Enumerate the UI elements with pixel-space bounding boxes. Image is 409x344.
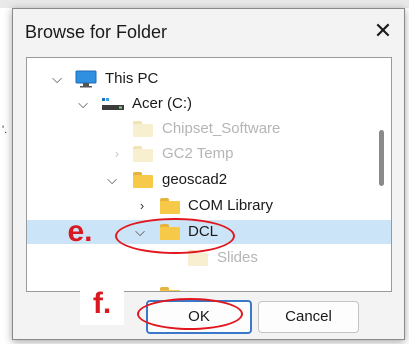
folder-tree[interactable]: ⌵ This PC ⌵ Acer (C:) Chipset_Software ›… <box>26 57 392 292</box>
annotation-step-e: e. <box>67 215 93 248</box>
close-button[interactable]: ✕ <box>369 17 397 45</box>
tree-item-label: geoscad2 <box>162 171 228 188</box>
folder-icon <box>133 146 153 162</box>
tree-item-label: COM Library <box>188 197 274 214</box>
tree-item-label: GC2 Temp <box>162 145 234 162</box>
annotation-step-f: f. <box>80 287 124 325</box>
chevron-right-icon[interactable]: › <box>135 194 149 218</box>
tree-item-label: Acer (C:) <box>132 95 192 112</box>
chevron-right-icon[interactable]: › <box>110 142 124 166</box>
dialog-title: Browse for Folder <box>25 22 168 42</box>
chevron-down-icon[interactable]: ⌵ <box>105 168 119 192</box>
chevron-down-icon[interactable]: ⌵ <box>76 92 90 116</box>
tree-item-label: Slides <box>217 249 258 266</box>
tree-item-gc2-temp[interactable]: › GC2 Temp <box>27 142 391 166</box>
folder-icon <box>133 172 153 188</box>
cancel-button[interactable]: Cancel <box>258 301 359 333</box>
stray-text: '. <box>2 124 8 136</box>
computer-icon <box>75 70 97 88</box>
tree-item-geoscad2[interactable]: ⌵ geoscad2 <box>27 168 391 192</box>
tree-item-chipset-software[interactable]: Chipset_Software <box>27 117 391 141</box>
background-strip <box>0 0 409 8</box>
tree-item-label: This PC <box>105 70 159 87</box>
background-left <box>0 8 12 344</box>
folder-icon <box>160 198 180 214</box>
annotation-oval-ok <box>137 298 243 330</box>
folder-icon <box>160 287 180 291</box>
annotation-oval-dcl <box>115 218 235 254</box>
drive-icon <box>102 98 124 110</box>
tree-item-label: Chipset_Software <box>162 120 281 137</box>
tree-item-acer-c[interactable]: ⌵ Acer (C:) <box>27 92 391 116</box>
chevron-down-icon[interactable]: ⌵ <box>50 67 64 91</box>
folder-icon <box>133 121 153 137</box>
scrollbar-thumb[interactable] <box>379 130 384 186</box>
browse-folder-dialog: Browse for Folder ✕ ⌵ This PC ⌵ Acer (C:… <box>12 8 405 340</box>
tree-item-this-pc[interactable]: ⌵ This PC <box>27 67 391 91</box>
